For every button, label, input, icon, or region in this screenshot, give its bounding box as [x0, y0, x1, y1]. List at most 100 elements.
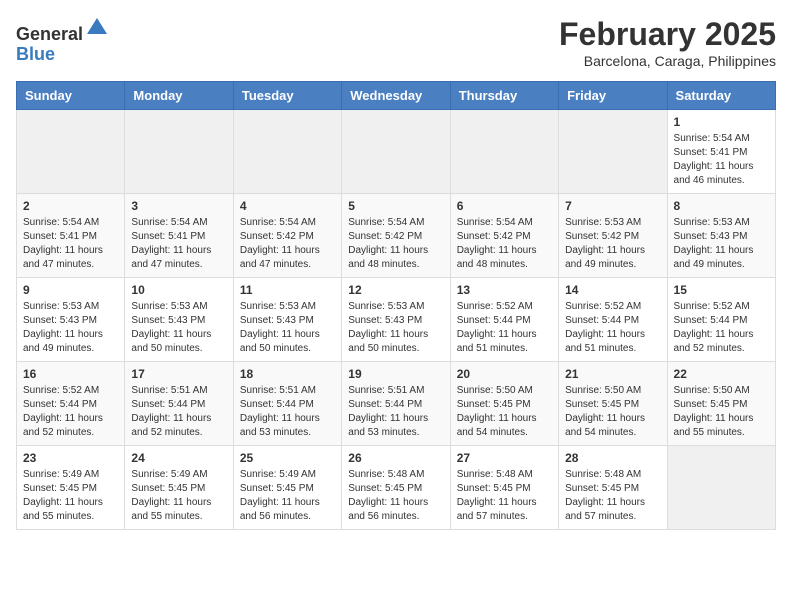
day-info: Sunrise: 5:52 AM Sunset: 5:44 PM Dayligh…: [565, 300, 660, 356]
day-number: 7: [565, 199, 660, 213]
table-row: 25Sunrise: 5:49 AM Sunset: 5:45 PM Dayli…: [233, 446, 341, 530]
table-row: 14 Sunrise: 5:52 AM Sunset: 5:44 PM Dayli…: [559, 278, 667, 362]
page-header: General Blue February 2025 Barcelona, Ca…: [16, 16, 776, 69]
day-info: Sunrise: 5:50 AM Sunset: 5:45 PM Dayligh…: [565, 384, 660, 440]
day-info: Sunrise: 5:53 AM Sunset: 5:43 PM Dayligh…: [131, 300, 226, 356]
table-row: 16 Sunrise: 5:52 AM Sunset: 5:44 PM Dayli…: [17, 362, 125, 446]
logo-blue-text: Blue: [16, 44, 55, 64]
table-row: 19 Sunrise: 5:51 AM Sunset: 5:44 PM Dayli…: [342, 362, 450, 446]
col-saturday: Saturday: [667, 82, 775, 110]
day-info: Sunrise: 5:52 AM Sunset: 5:44 PM Dayligh…: [23, 384, 118, 440]
table-row: 1 Sunrise: 5:54 AM Sunset: 5:41 PM Daylig…: [667, 110, 775, 194]
table-row: 4Sunrise: 5:54 AM Sunset: 5:42 PM Daylig…: [233, 194, 341, 278]
col-thursday: Thursday: [450, 82, 558, 110]
day-number: 11: [240, 283, 335, 297]
day-number: 12: [348, 283, 443, 297]
day-number: 21: [565, 367, 660, 381]
table-row: 15Sunrise: 5:52 AM Sunset: 5:44 PM Dayli…: [667, 278, 775, 362]
calendar-week-row: 2 Sunrise: 5:54 AM Sunset: 5:41 PM Daylig…: [17, 194, 776, 278]
table-row: 5 Sunrise: 5:54 AM Sunset: 5:42 PM Daylig…: [342, 194, 450, 278]
day-number: 5: [348, 199, 443, 213]
day-info: Sunrise: 5:49 AM Sunset: 5:45 PM Dayligh…: [23, 468, 118, 524]
col-sunday: Sunday: [17, 82, 125, 110]
day-info: Sunrise: 5:49 AM Sunset: 5:45 PM Dayligh…: [131, 468, 226, 524]
day-info: Sunrise: 5:54 AM Sunset: 5:42 PM Dayligh…: [240, 216, 335, 272]
day-info: Sunrise: 5:48 AM Sunset: 5:45 PM Dayligh…: [348, 468, 443, 524]
calendar-week-row: 16 Sunrise: 5:52 AM Sunset: 5:44 PM Dayli…: [17, 362, 776, 446]
table-row: 21 Sunrise: 5:50 AM Sunset: 5:45 PM Dayli…: [559, 362, 667, 446]
table-row: [342, 110, 450, 194]
day-info: Sunrise: 5:51 AM Sunset: 5:44 PM Dayligh…: [131, 384, 226, 440]
calendar-week-row: 9 Sunrise: 5:53 AM Sunset: 5:43 PM Daylig…: [17, 278, 776, 362]
col-tuesday: Tuesday: [233, 82, 341, 110]
day-number: 9: [23, 283, 118, 297]
table-row: [559, 110, 667, 194]
day-info: Sunrise: 5:53 AM Sunset: 5:43 PM Dayligh…: [23, 300, 118, 356]
title-block: February 2025 Barcelona, Caraga, Philipp…: [559, 16, 776, 69]
day-info: Sunrise: 5:52 AM Sunset: 5:44 PM Dayligh…: [457, 300, 552, 356]
col-wednesday: Wednesday: [342, 82, 450, 110]
table-row: 20 Sunrise: 5:50 AM Sunset: 5:45 PM Dayli…: [450, 362, 558, 446]
table-row: 28Sunrise: 5:48 AM Sunset: 5:45 PM Dayli…: [559, 446, 667, 530]
logo: General Blue: [16, 16, 109, 65]
day-number: 19: [348, 367, 443, 381]
table-row: [450, 110, 558, 194]
day-number: 23: [23, 451, 118, 465]
table-row: 26 Sunrise: 5:48 AM Sunset: 5:45 PM Dayli…: [342, 446, 450, 530]
day-info: Sunrise: 5:54 AM Sunset: 5:42 PM Dayligh…: [457, 216, 552, 272]
day-number: 10: [131, 283, 226, 297]
day-number: 13: [457, 283, 552, 297]
table-row: [125, 110, 233, 194]
day-info: Sunrise: 5:51 AM Sunset: 5:44 PM Dayligh…: [348, 384, 443, 440]
day-info: Sunrise: 5:48 AM Sunset: 5:45 PM Dayligh…: [457, 468, 552, 524]
day-number: 16: [23, 367, 118, 381]
day-info: Sunrise: 5:52 AM Sunset: 5:44 PM Dayligh…: [674, 300, 769, 356]
calendar-table: Sunday Monday Tuesday Wednesday Thursday…: [16, 81, 776, 530]
day-info: Sunrise: 5:53 AM Sunset: 5:42 PM Dayligh…: [565, 216, 660, 272]
day-number: 25: [240, 451, 335, 465]
day-info: Sunrise: 5:54 AM Sunset: 5:42 PM Dayligh…: [348, 216, 443, 272]
table-row: 6 Sunrise: 5:54 AM Sunset: 5:42 PM Daylig…: [450, 194, 558, 278]
day-number: 1: [674, 115, 769, 129]
table-row: 3 Sunrise: 5:54 AM Sunset: 5:41 PM Daylig…: [125, 194, 233, 278]
calendar-header-row: Sunday Monday Tuesday Wednesday Thursday…: [17, 82, 776, 110]
calendar-week-row: 1 Sunrise: 5:54 AM Sunset: 5:41 PM Daylig…: [17, 110, 776, 194]
day-number: 27: [457, 451, 552, 465]
col-monday: Monday: [125, 82, 233, 110]
day-info: Sunrise: 5:54 AM Sunset: 5:41 PM Dayligh…: [23, 216, 118, 272]
day-number: 26: [348, 451, 443, 465]
day-number: 8: [674, 199, 769, 213]
table-row: 8 Sunrise: 5:53 AM Sunset: 5:43 PM Daylig…: [667, 194, 775, 278]
day-number: 24: [131, 451, 226, 465]
day-number: 6: [457, 199, 552, 213]
table-row: 9 Sunrise: 5:53 AM Sunset: 5:43 PM Daylig…: [17, 278, 125, 362]
day-number: 18: [240, 367, 335, 381]
col-friday: Friday: [559, 82, 667, 110]
location-subtitle: Barcelona, Caraga, Philippines: [559, 53, 776, 69]
table-row: 2 Sunrise: 5:54 AM Sunset: 5:41 PM Daylig…: [17, 194, 125, 278]
table-row: 7 Sunrise: 5:53 AM Sunset: 5:42 PM Daylig…: [559, 194, 667, 278]
month-year-title: February 2025: [559, 16, 776, 53]
table-row: 22Sunrise: 5:50 AM Sunset: 5:45 PM Dayli…: [667, 362, 775, 446]
table-row: 13 Sunrise: 5:52 AM Sunset: 5:44 PM Dayli…: [450, 278, 558, 362]
day-number: 17: [131, 367, 226, 381]
table-row: 12 Sunrise: 5:53 AM Sunset: 5:43 PM Dayli…: [342, 278, 450, 362]
day-number: 14: [565, 283, 660, 297]
day-info: Sunrise: 5:50 AM Sunset: 5:45 PM Dayligh…: [457, 384, 552, 440]
table-row: 18Sunrise: 5:51 AM Sunset: 5:44 PM Dayli…: [233, 362, 341, 446]
table-row: 17 Sunrise: 5:51 AM Sunset: 5:44 PM Dayli…: [125, 362, 233, 446]
day-info: Sunrise: 5:54 AM Sunset: 5:41 PM Dayligh…: [131, 216, 226, 272]
table-row: 23 Sunrise: 5:49 AM Sunset: 5:45 PM Dayli…: [17, 446, 125, 530]
logo-icon: [85, 16, 109, 40]
day-info: Sunrise: 5:53 AM Sunset: 5:43 PM Dayligh…: [240, 300, 335, 356]
day-info: Sunrise: 5:53 AM Sunset: 5:43 PM Dayligh…: [348, 300, 443, 356]
table-row: 27 Sunrise: 5:48 AM Sunset: 5:45 PM Dayli…: [450, 446, 558, 530]
table-row: [17, 110, 125, 194]
day-info: Sunrise: 5:53 AM Sunset: 5:43 PM Dayligh…: [674, 216, 769, 272]
day-number: 3: [131, 199, 226, 213]
table-row: 10 Sunrise: 5:53 AM Sunset: 5:43 PM Dayli…: [125, 278, 233, 362]
day-info: Sunrise: 5:54 AM Sunset: 5:41 PM Dayligh…: [674, 132, 769, 188]
day-number: 20: [457, 367, 552, 381]
day-number: 2: [23, 199, 118, 213]
table-row: 24 Sunrise: 5:49 AM Sunset: 5:45 PM Dayli…: [125, 446, 233, 530]
